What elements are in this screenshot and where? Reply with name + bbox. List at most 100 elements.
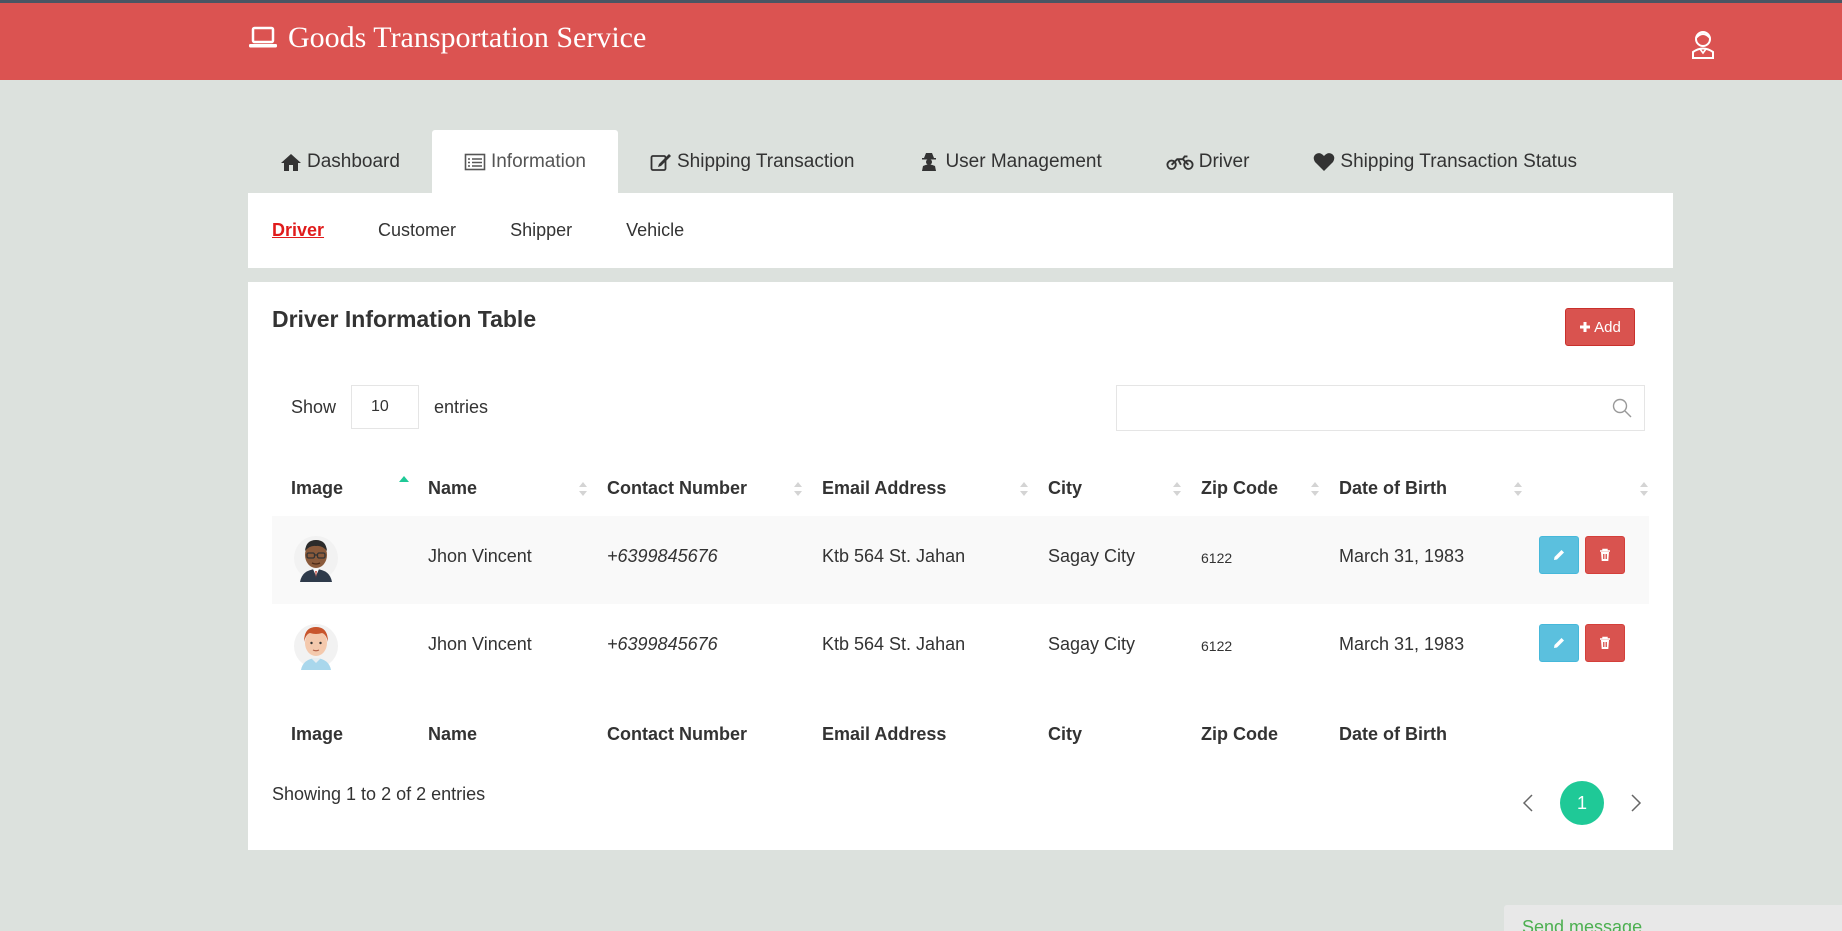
home-icon	[281, 153, 301, 171]
column-label: Email Address	[822, 478, 947, 498]
search-icon[interactable]	[1612, 398, 1632, 418]
user-avatar-icon[interactable]	[1690, 29, 1716, 59]
trash-icon	[1600, 636, 1610, 649]
edit-button[interactable]	[1539, 536, 1579, 574]
sort-icon	[579, 482, 587, 496]
column-header-name[interactable]: Name	[409, 454, 588, 499]
cell-email: Ktb 564 St. Jahan	[822, 634, 966, 654]
list-icon	[464, 153, 486, 170]
cell-dob: March 31, 1983	[1339, 546, 1465, 566]
cell-contact: +6399845676	[607, 634, 718, 654]
send-message-widget[interactable]: Send message	[1504, 905, 1842, 931]
footer-label: Email Address	[822, 724, 947, 744]
pencil-icon	[1554, 638, 1564, 648]
cell-email: Ktb 564 St. Jahan	[822, 546, 966, 566]
cell-actions	[1523, 604, 1649, 662]
panel-title: Driver Information Table	[272, 306, 537, 332]
chevron-left-icon[interactable]	[1518, 792, 1538, 814]
sub-navigation: Driver Customer Shipper Vehicle	[248, 193, 1673, 268]
sort-icon	[1020, 482, 1028, 496]
column-header-dob[interactable]: Date of Birth	[1320, 454, 1523, 499]
tab-label: User Management	[945, 150, 1102, 172]
top-navbar: Goods Transportation Service	[0, 0, 1842, 80]
table-info: Showing 1 to 2 of 2 entries	[272, 784, 486, 804]
brand[interactable]: Goods Transportation Service	[248, 21, 646, 55]
footer-label: Zip Code	[1201, 724, 1278, 744]
search-box	[1116, 385, 1645, 431]
tab-user-management[interactable]: User Management	[886, 130, 1133, 193]
tab-shipping-transaction-status[interactable]: Shipping Transaction Status	[1281, 130, 1609, 193]
driver-table: Image Name Contact Number Email Address …	[272, 454, 1649, 768]
table-row: Jhon Vincent +6399845676 Ktb 564 St. Jah…	[272, 516, 1649, 604]
driver-info-panel: Driver Information Table Add Show 10 ent…	[248, 282, 1673, 850]
tab-label: Driver	[1198, 150, 1250, 172]
footer-label: Contact Number	[607, 724, 748, 744]
column-label: Image	[291, 478, 344, 498]
male-driver-glasses-avatar	[294, 536, 338, 582]
footer-label: Image	[291, 724, 344, 744]
cell-actions	[1523, 516, 1649, 574]
cell-zip: 6122	[1201, 550, 1233, 566]
footer-label: Name	[428, 724, 478, 744]
pagination: 1	[1518, 781, 1646, 825]
footer-label: Date of Birth	[1339, 724, 1447, 744]
column-label: Zip Code	[1201, 478, 1278, 498]
male-driver-redhair-avatar	[294, 624, 338, 670]
tab-information[interactable]: Information	[431, 130, 618, 193]
motorcycle-icon	[1166, 154, 1194, 170]
subnav-shipper[interactable]: Shipper	[510, 220, 572, 241]
tab-driver[interactable]: Driver	[1134, 130, 1282, 193]
subnav-vehicle[interactable]: Vehicle	[626, 220, 684, 241]
column-label: Name	[428, 478, 478, 498]
column-header-actions[interactable]	[1523, 454, 1649, 496]
subnav-driver[interactable]: Driver	[272, 220, 324, 241]
cell-name: Jhon Vincent	[428, 546, 532, 566]
page-button[interactable]: 1	[1560, 781, 1604, 825]
column-label: Contact Number	[607, 478, 748, 498]
laptop-icon	[249, 26, 277, 48]
tab-label: Information	[490, 150, 586, 172]
entries-label: entries	[434, 396, 489, 417]
table-header-row: Image Name Contact Number Email Address …	[272, 454, 1649, 516]
table-row: Jhon Vincent +6399845676 Ktb 564 St. Jah…	[272, 604, 1649, 692]
subnav-customer[interactable]: Customer	[378, 220, 456, 241]
search-input[interactable]	[1117, 386, 1644, 430]
sort-icon	[794, 482, 802, 496]
add-button-label: Add	[1594, 318, 1621, 336]
heart-icon	[1314, 152, 1335, 171]
app-title: Goods Transportation Service	[288, 21, 647, 54]
cell-image	[272, 516, 409, 589]
footer-label: City	[1048, 724, 1083, 744]
chevron-right-icon[interactable]	[1626, 792, 1646, 814]
tab-dashboard[interactable]: Dashboard	[248, 130, 432, 193]
sort-icon	[1640, 482, 1648, 496]
column-header-contact[interactable]: Contact Number	[588, 454, 803, 499]
column-header-email[interactable]: Email Address	[803, 454, 1029, 499]
cell-name: Jhon Vincent	[428, 634, 532, 654]
delete-button[interactable]	[1585, 536, 1625, 574]
show-label: Show	[291, 396, 337, 417]
cell-image	[272, 604, 409, 677]
column-label: City	[1048, 478, 1083, 498]
user-secret-icon	[922, 152, 937, 171]
edit-icon	[650, 153, 671, 171]
cell-city: Sagay City	[1048, 546, 1136, 566]
sort-icon	[1311, 482, 1319, 496]
tab-label: Shipping Transaction Status	[1340, 150, 1578, 172]
column-header-zip[interactable]: Zip Code	[1182, 454, 1320, 499]
sort-icon	[1173, 482, 1181, 496]
tab-shipping-transaction[interactable]: Shipping Transaction	[618, 130, 886, 193]
main-tabs: Dashboard Information Shipping Transacti…	[248, 130, 1609, 193]
entries-select[interactable]: 10	[351, 385, 420, 429]
cell-dob: March 31, 1983	[1339, 634, 1465, 654]
table-footer-row: Image Name Contact Number Email Address …	[272, 692, 1649, 768]
add-button[interactable]: Add	[1565, 308, 1635, 346]
cell-contact: +6399845676	[607, 546, 718, 566]
pencil-icon	[1554, 550, 1564, 560]
column-header-image[interactable]: Image	[272, 454, 409, 499]
column-header-city[interactable]: City	[1029, 454, 1182, 499]
delete-button[interactable]	[1585, 624, 1625, 662]
footer-label	[1523, 692, 1649, 724]
sort-icon	[1514, 482, 1522, 496]
edit-button[interactable]	[1539, 624, 1579, 662]
